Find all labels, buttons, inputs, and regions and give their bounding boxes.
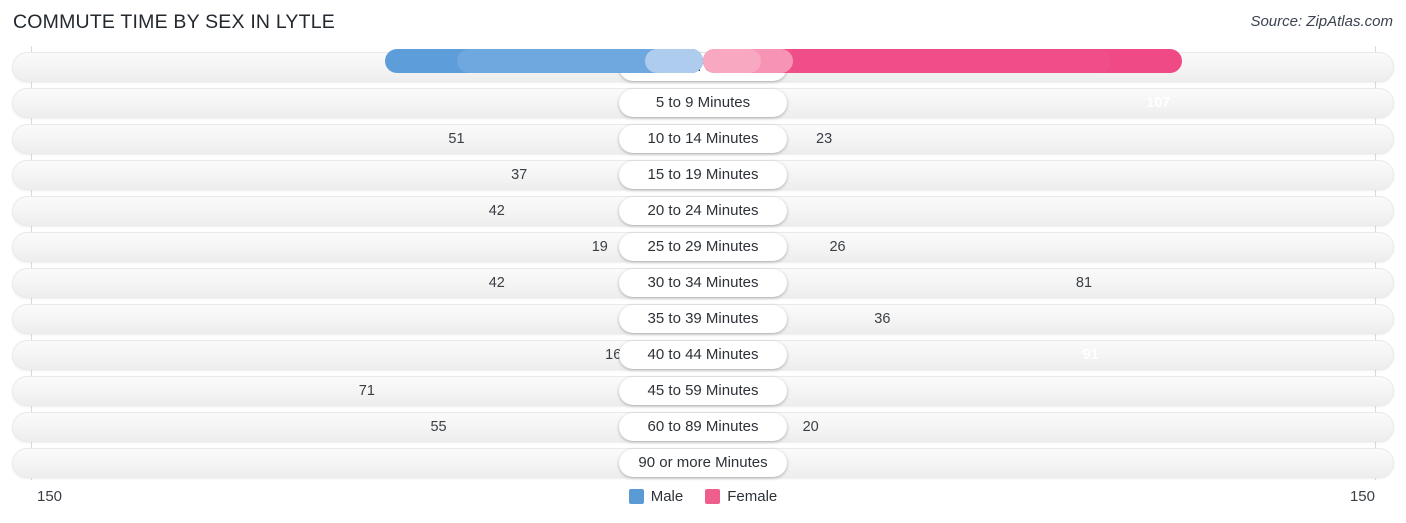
bar-value-female: 23: [816, 131, 833, 147]
legend-label-male: Male: [650, 488, 684, 505]
bar-value-male: 55: [430, 419, 447, 435]
chart-page: COMMUTE TIME BY SEX IN LYTLE Source: Zip…: [0, 0, 1406, 523]
legend-item-male[interactable]: Male: [628, 488, 684, 505]
diverging-bar-plot: 5967Less than 5 Minutes01075 to 9 Minute…: [0, 46, 1406, 480]
chart-legend: Male Female: [0, 488, 1406, 505]
bar-value-male: 19: [591, 239, 608, 255]
source-attribution: Source: ZipAtlas.com: [1250, 13, 1393, 30]
legend-swatch-female: [705, 489, 721, 504]
bar-value-female: 107: [1146, 95, 1171, 111]
legend-item-female[interactable]: Female: [705, 488, 777, 505]
bar-value-female: 26: [829, 239, 846, 255]
bar-value-male: 37: [511, 167, 528, 183]
category-label-pill: 45 to 59 Minutes: [619, 377, 787, 405]
category-label-pill: 20 to 24 Minutes: [619, 197, 787, 225]
category-label-pill: 60 to 89 Minutes: [619, 413, 787, 441]
category-label-pill: 5 to 9 Minutes: [619, 89, 787, 117]
bar-value-male: 51: [448, 131, 465, 147]
legend-label-female: Female: [727, 488, 778, 505]
bar-male[interactable]: [645, 49, 703, 73]
category-label-pill: 35 to 39 Minutes: [619, 305, 787, 333]
page-title: COMMUTE TIME BY SEX IN LYTLE: [13, 11, 335, 33]
legend-swatch-male: [628, 489, 644, 504]
bar-value-male: 42: [488, 275, 505, 291]
bar-value-female: 36: [874, 311, 891, 327]
bar-female[interactable]: [703, 49, 761, 73]
axis-max-right: 150: [1349, 488, 1375, 505]
chart-footer: 150 Male Female 150: [0, 480, 1406, 523]
category-label-pill: 15 to 19 Minutes: [619, 161, 787, 189]
bar-value-female: 20: [802, 419, 819, 435]
bar-value-female: 81: [1075, 275, 1093, 291]
category-label-pill: 25 to 29 Minutes: [619, 233, 787, 261]
bar-value-male: 42: [488, 203, 505, 219]
category-label-pill: 40 to 44 Minutes: [619, 341, 787, 369]
category-label-pill: 30 to 34 Minutes: [619, 269, 787, 297]
bar-value-male: 71: [358, 383, 375, 399]
category-label-pill: 90 or more Minutes: [619, 449, 787, 477]
chart-header: COMMUTE TIME BY SEX IN LYTLE Source: Zip…: [0, 0, 1406, 46]
bar-value-male: 16: [605, 347, 622, 363]
bar-value-female: 91: [1082, 347, 1099, 363]
category-label-pill: 10 to 14 Minutes: [619, 125, 787, 153]
